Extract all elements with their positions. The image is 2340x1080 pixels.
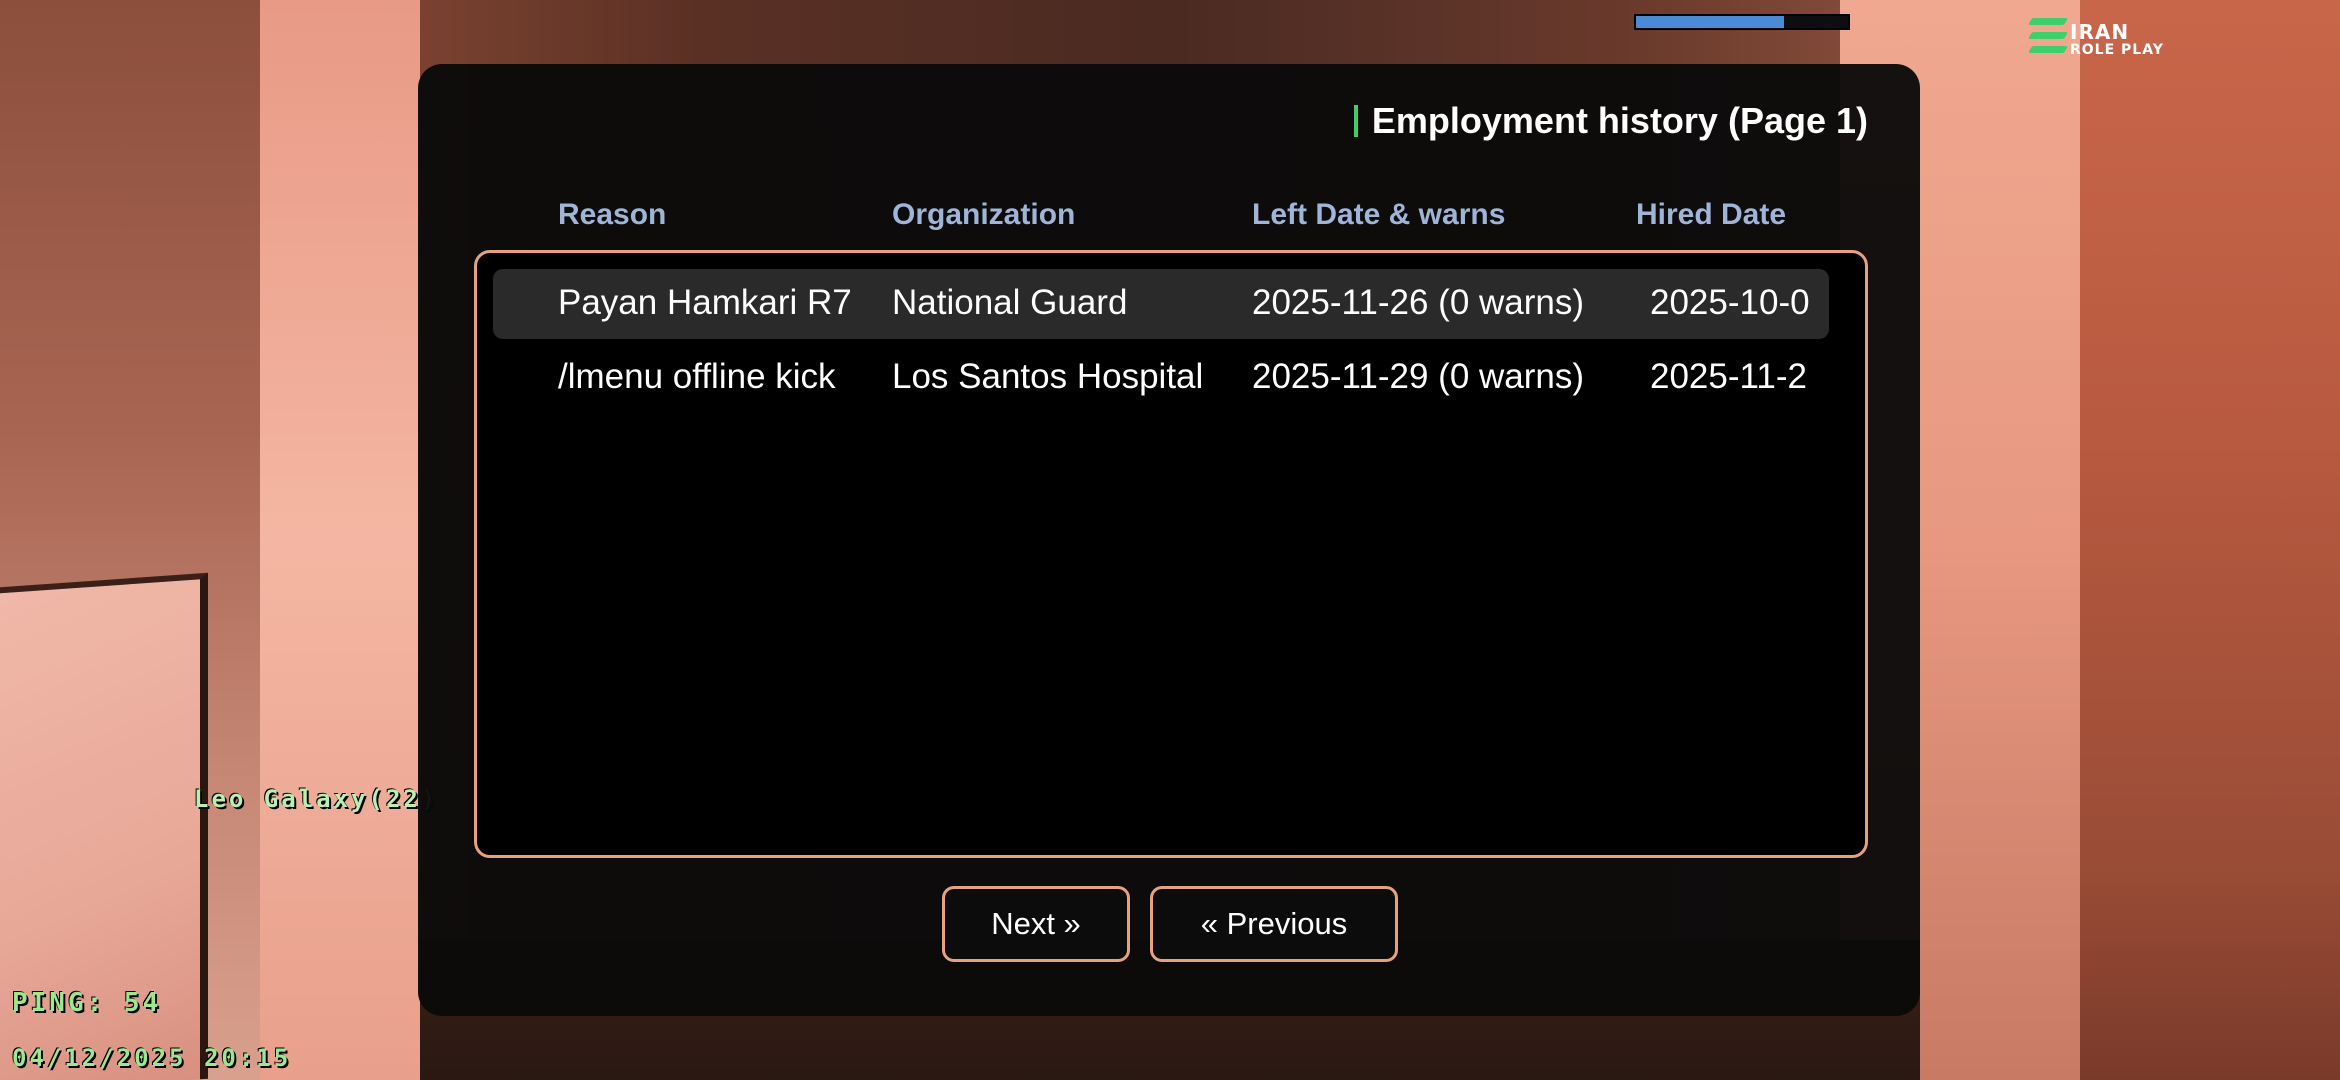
logo-text-line2: ROLE PLAY: [2070, 42, 2164, 58]
cell-left-date: 2025-11-26 (0 warns): [1252, 283, 1585, 322]
cell-organization: Los Santos Hospital: [892, 357, 1204, 396]
cell-hired-date: 2025-10-0: [1650, 283, 1810, 322]
column-header-reason: Reason: [558, 198, 667, 231]
cell-reason: Payan Hamkari R7: [558, 283, 852, 322]
health-bar: [1634, 14, 1850, 30]
logo-icon: [2027, 16, 2069, 56]
player-nametag: Leo Galaxy(22): [194, 785, 439, 813]
logo-text-line1: IRAN: [2070, 20, 2130, 44]
column-header-hired-date: Hired Date: [1636, 198, 1787, 231]
previous-page-button[interactable]: « Previous: [1150, 886, 1398, 962]
cell-hired-date: 2025-11-2: [1650, 357, 1807, 396]
date-time-readout: 04/12/2025 20:15: [12, 1044, 292, 1072]
column-header-left-date: Left Date & warns: [1252, 198, 1506, 231]
history-list[interactable]: Payan Hamkari R7 National Guard 2025-11-…: [474, 250, 1868, 858]
server-logo: IRAN ROLE PLAY: [2027, 14, 2190, 62]
next-page-button[interactable]: Next »: [942, 886, 1130, 962]
dialog-title-text: Employment history (Page 1): [1371, 100, 1868, 141]
list-item[interactable]: /lmenu offline kick Los Santos Hospital …: [493, 343, 1829, 413]
ping-readout: PING: 54: [12, 988, 162, 1018]
list-item[interactable]: Payan Hamkari R7 National Guard 2025-11-…: [493, 269, 1829, 339]
column-header-organization: Organization: [892, 198, 1076, 231]
health-bar-fill: [1636, 16, 1785, 28]
cell-organization: National Guard: [892, 283, 1128, 322]
title-accent-bar: [1353, 105, 1358, 137]
background-door-frame: [260, 0, 420, 1080]
cell-left-date: 2025-11-29 (0 warns): [1252, 357, 1585, 396]
dialog-title: Employment history (Page 1): [1353, 100, 1868, 142]
employment-history-dialog: Employment history (Page 1) Reason Organ…: [418, 64, 1920, 1016]
cell-reason: /lmenu offline kick: [558, 357, 836, 396]
game-viewport: IRAN ROLE PLAY Leo Galaxy(22) PING: 54 0…: [0, 0, 2340, 1080]
